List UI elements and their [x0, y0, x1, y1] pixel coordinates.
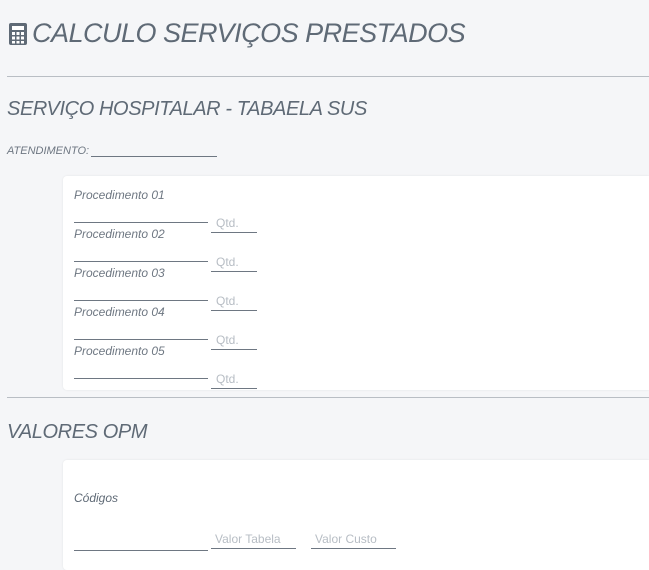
- atendimento-input[interactable]: [91, 140, 218, 157]
- codigo-input[interactable]: [74, 532, 208, 551]
- procedimento-label: Procedimento 05: [74, 344, 165, 358]
- atendimento-field-group: ATENDIMENTO:: [7, 140, 218, 157]
- procedimento-label: Procedimento 03: [74, 266, 165, 280]
- procedimento-02-qtd-input[interactable]: [211, 253, 257, 272]
- procedimento-label: Procedimento 04: [74, 305, 165, 319]
- page-title-row: CALCULO SERVIÇOS PRESTADOS: [8, 18, 466, 49]
- procedimento-05-qtd-input[interactable]: [211, 370, 257, 389]
- divider: [7, 397, 649, 398]
- codigos-label: Códigos: [74, 491, 119, 505]
- procedimento-03-qtd-input[interactable]: [211, 292, 257, 311]
- atendimento-label: ATENDIMENTO:: [7, 145, 90, 157]
- procedimentos-panel: Procedimento 01 Procedimento 02 Procedim…: [63, 176, 649, 390]
- divider: [7, 76, 649, 77]
- procedimento-row-03: Procedimento 03: [74, 266, 257, 311]
- procedimento-label: Procedimento 02: [74, 227, 165, 241]
- procedimento-row-02: Procedimento 02: [74, 227, 257, 272]
- procedimento-01-input[interactable]: [74, 204, 208, 223]
- opm-panel: Códigos: [63, 460, 649, 570]
- valor-tabela-input[interactable]: [211, 530, 296, 549]
- procedimento-row-05: Procedimento 05: [74, 344, 257, 389]
- procedimento-row-01: Procedimento 01: [74, 188, 257, 233]
- page-title: CALCULO SERVIÇOS PRESTADOS: [32, 18, 466, 48]
- calculator-icon: [8, 22, 28, 46]
- procedimento-label: Procedimento 01: [74, 188, 165, 202]
- procedimento-02-input[interactable]: [74, 243, 208, 262]
- valor-custo-input[interactable]: [311, 530, 396, 549]
- procedimento-01-qtd-input[interactable]: [211, 214, 257, 233]
- procedimento-05-input[interactable]: [74, 360, 208, 379]
- procedimento-04-input[interactable]: [74, 321, 208, 340]
- section-title-hospitalar: SERVIÇO HOSPITALAR - TABAELA SUS: [7, 98, 367, 120]
- procedimento-03-input[interactable]: [74, 282, 208, 301]
- procedimento-04-qtd-input[interactable]: [211, 331, 257, 350]
- section-title-opm: VALORES OPM: [7, 421, 148, 443]
- procedimento-row-04: Procedimento 04: [74, 305, 257, 350]
